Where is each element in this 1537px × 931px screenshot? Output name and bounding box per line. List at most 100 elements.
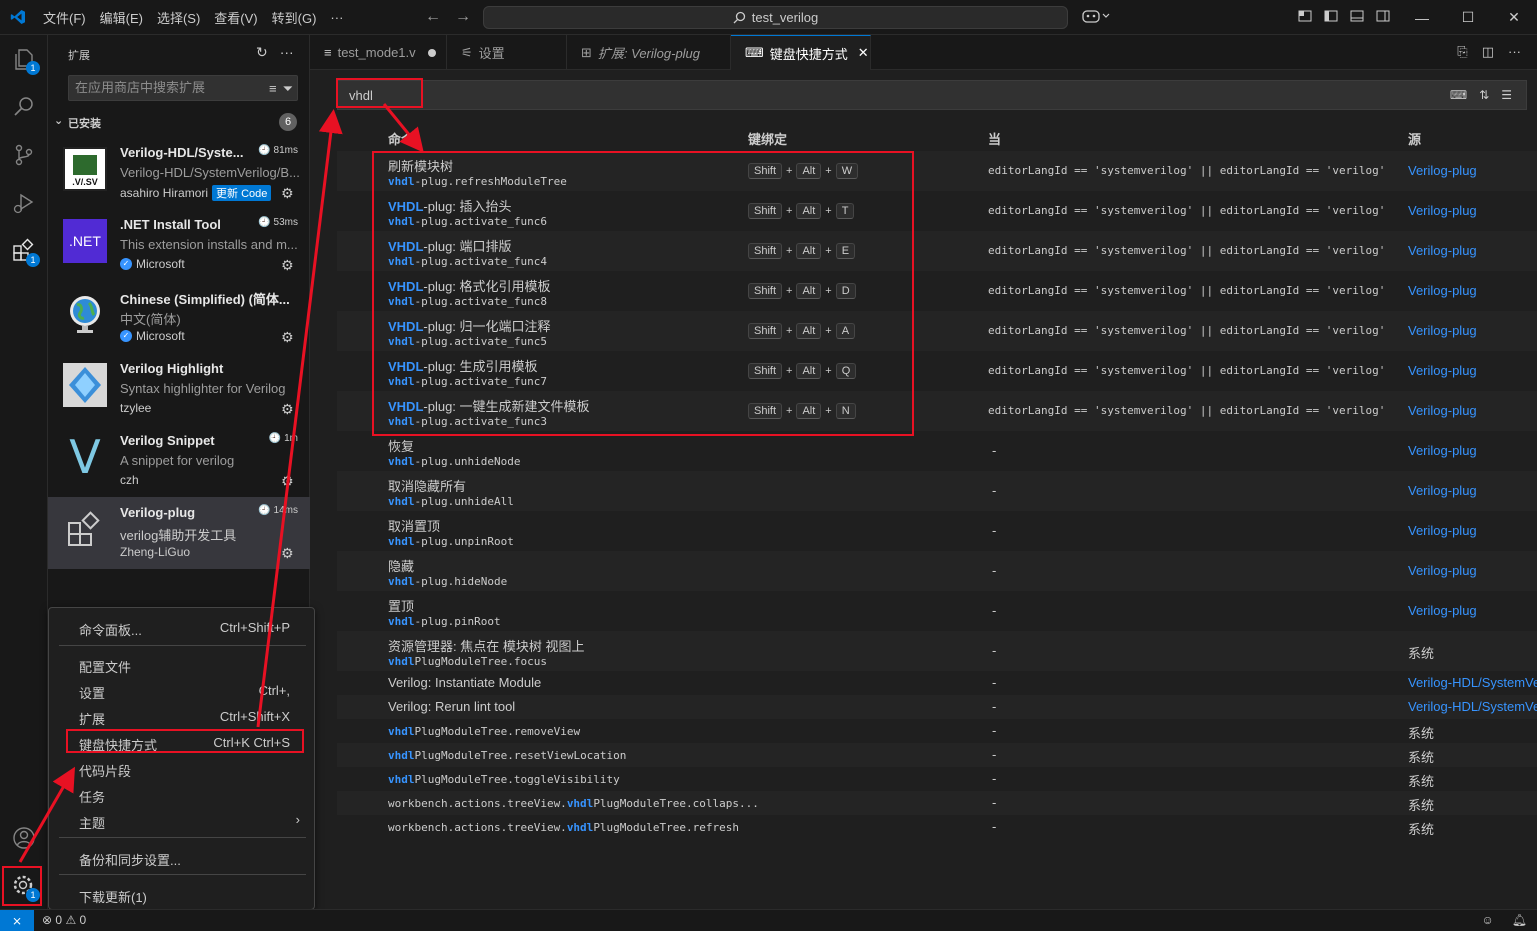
keybinding-row[interactable]: workbench.actions.treeView.vhdlPlugModul… (337, 791, 1537, 815)
menu-item-extensions[interactable]: 扩展 Ctrl+Shift+X (53, 704, 310, 728)
menu-item-settings[interactable]: 设置 Ctrl+, (53, 678, 310, 702)
extension-gear-icon[interactable]: ⚙ (281, 329, 294, 346)
keybinding-row[interactable]: 取消隐藏所有 vhdl-plug.unhideAll - Verilog-plug (337, 471, 1537, 511)
menu-item-profiles[interactable]: 配置文件 (53, 652, 310, 676)
menu-go[interactable]: 转到(G) (265, 8, 324, 27)
record-keys-icon[interactable]: ⌨ (1450, 88, 1467, 102)
command-title-text: 隐藏 (388, 559, 415, 574)
keybinding-row[interactable]: workbench.actions.treeView.vhdlPlugModul… (337, 815, 1537, 839)
close-window-icon[interactable]: ✕ (1491, 0, 1537, 35)
close-tab-icon[interactable]: ✕ (858, 45, 869, 61)
open-json-icon[interactable]: ⎘ (1457, 44, 1467, 60)
keybinding-row[interactable]: 恢复 vhdl-plug.unhideNode - Verilog-plug (337, 431, 1537, 471)
source-link[interactable]: Verilog-plug (1408, 203, 1537, 218)
command-center[interactable]: test_verilog (483, 6, 1068, 29)
keybinding-row[interactable]: 隐藏 vhdl-plug.hideNode - Verilog-plug (337, 551, 1537, 591)
extension-gear-icon[interactable]: ⚙ (281, 185, 294, 202)
toggle-secondary-sidebar-icon[interactable] (1375, 8, 1391, 24)
menu-item-themes[interactable]: 主题 › (53, 808, 310, 832)
menu-item-backup-sync[interactable]: 备份和同步设置... (53, 845, 310, 869)
command-id: vhdlPlugModuleTree.focus (388, 655, 547, 668)
split-editor-icon[interactable]: ◫ (1482, 44, 1494, 60)
menu-view[interactable]: 查看(V) (207, 8, 264, 27)
extension-item[interactable]: .V/.SV Verilog-HDL/Syste... 🕘 81ms Veril… (48, 137, 310, 209)
remote-indicator-icon[interactable]: ⨯ (0, 910, 34, 931)
forward-arrow-icon[interactable]: → (455, 8, 471, 26)
menu-item-snippets[interactable]: 代码片段 (53, 756, 310, 780)
extension-item[interactable]: V Verilog Snippet 🕘 1m A snippet for ver… (48, 425, 310, 497)
clear-filter-icon[interactable]: ≡ (269, 77, 277, 101)
activation-time-icon: 🕘 (268, 433, 282, 444)
menu-file[interactable]: 文件(F) (36, 8, 93, 27)
menu-item-tasks[interactable]: 任务 (53, 782, 310, 806)
tab-test-mode1[interactable]: ≡ test_mode1.v (310, 35, 447, 70)
tab-extension-verilog-plug[interactable]: ⊞ 扩展: Verilog-plug (567, 35, 731, 70)
clear-search-icon[interactable]: ☰ (1501, 88, 1512, 102)
extension-gear-icon[interactable]: ⚙ (281, 545, 294, 562)
copilot-icon[interactable] (1082, 8, 1112, 27)
extension-item[interactable]: Verilog Highlight Syntax highlighter for… (48, 353, 310, 425)
extension-item[interactable]: Verilog-plug 🕘 14ms verilog辅助开发工具 Zheng-… (48, 497, 310, 569)
unsaved-dot-icon[interactable] (427, 48, 436, 57)
source-link[interactable]: Verilog-plug (1408, 363, 1537, 378)
menu-selection[interactable]: 选择(S) (150, 8, 207, 27)
keybinding-row[interactable]: 置顶 vhdl-plug.pinRoot - Verilog-plug (337, 591, 1537, 631)
installed-section-header[interactable]: ⌄ 已安装 6 (48, 111, 310, 133)
copilot-status-icon[interactable]: ☺ (1482, 913, 1494, 927)
menu-edit[interactable]: 编辑(E) (93, 8, 150, 27)
keybinding-row[interactable]: vhdlPlugModuleTree.toggleVisibility - 系统 (337, 767, 1537, 791)
extension-item[interactable]: .NET .NET Install Tool 🕘 53ms This exten… (48, 209, 310, 281)
more-actions-icon[interactable]: ··· (280, 44, 294, 61)
extension-gear-icon[interactable]: ⚙ (281, 257, 294, 274)
source-link[interactable]: Verilog-plug (1408, 163, 1537, 178)
source-link[interactable]: Verilog-plug (1408, 403, 1537, 418)
command-title: vhdlPlugModuleTree.resetViewLocation (388, 749, 626, 762)
explorer-icon[interactable]: 1 (10, 45, 40, 75)
menu-item-command-palette[interactable]: 命令面板... Ctrl+Shift+P (53, 615, 310, 639)
extension-search-input[interactable]: 在应用商店中搜索扩展 ≡ ⏷ (68, 75, 298, 101)
source-link[interactable]: Verilog-plug (1408, 323, 1537, 338)
keybindings-search-input[interactable]: vhdl ⌨ ⇅ ☰ (337, 80, 1527, 110)
extension-item[interactable]: Chinese (Simplified) (简体... 中文(简体) ✓ Micr… (48, 281, 310, 353)
tab-label: test_mode1.v (337, 45, 416, 60)
source-link[interactable]: Verilog-plug (1408, 243, 1537, 258)
search-view-icon[interactable] (10, 93, 38, 121)
source-control-icon[interactable] (10, 141, 38, 169)
keybinding-row[interactable]: Verilog: Instantiate Module - Verilog-HDL/… (337, 671, 1537, 695)
keybinding-row[interactable]: 取消置顶 vhdl-plug.unpinRoot - Verilog-plug (337, 511, 1537, 551)
accounts-icon[interactable] (10, 824, 38, 852)
source-link[interactable]: Verilog-plug (1408, 563, 1537, 578)
keybinding-row[interactable]: 资源管理器: 焦点在 模块树 视图上 vhdlPlugModuleTree.foc… (337, 631, 1537, 671)
menu-item-download-update[interactable]: 下载更新(1) (53, 882, 310, 906)
more-actions-icon[interactable]: ··· (1508, 44, 1521, 60)
source-link[interactable]: Verilog-plug (1408, 483, 1537, 498)
source-link[interactable]: Verilog-HDL/SystemVe (1408, 675, 1537, 690)
source-link[interactable]: Verilog-plug (1408, 603, 1537, 618)
keybinding-row[interactable]: vhdlPlugModuleTree.resetViewLocation - 系统 (337, 743, 1537, 767)
keybinding-row[interactable]: Verilog: Rerun lint tool - Verilog-HDL/Sys… (337, 695, 1537, 719)
update-code-badge[interactable]: 更新 Code (212, 185, 272, 201)
run-debug-icon[interactable] (10, 189, 38, 217)
tab-settings[interactable]: ⚟ 设置 (447, 35, 567, 70)
refresh-icon[interactable]: ↻ (256, 44, 268, 61)
layout-panel-icon[interactable] (1297, 8, 1313, 24)
menu-more[interactable]: ··· (323, 10, 350, 25)
sort-by-precedence-icon[interactable]: ⇅ (1479, 88, 1489, 102)
extension-gear-icon[interactable]: ⚙ (281, 473, 294, 490)
extensions-view-icon[interactable]: 1 (10, 237, 40, 267)
back-arrow-icon[interactable]: ← (425, 8, 441, 26)
source-link[interactable]: Verilog-plug (1408, 443, 1537, 458)
source-link[interactable]: Verilog-plug (1408, 523, 1537, 538)
maximize-icon[interactable]: ☐ (1445, 0, 1491, 35)
extension-gear-icon[interactable]: ⚙ (281, 401, 294, 418)
source-link[interactable]: Verilog-plug (1408, 283, 1537, 298)
toggle-panel-icon[interactable] (1349, 8, 1365, 24)
filter-icon[interactable]: ⏷ (283, 77, 293, 101)
problems-indicator[interactable]: ⊗ 0 ⚠ 0 (42, 913, 86, 927)
minimize-icon[interactable]: — (1399, 0, 1445, 35)
source-link[interactable]: Verilog-HDL/SystemVe (1408, 699, 1537, 714)
toggle-primary-sidebar-icon[interactable] (1323, 8, 1339, 24)
notifications-bell-icon[interactable]: 🔔︎ (1512, 913, 1527, 927)
tab-keyboard-shortcuts[interactable]: ⌨ 键盘快捷方式 ✕ (731, 35, 871, 70)
keybinding-row[interactable]: vhdlPlugModuleTree.removeView - 系统 (337, 719, 1537, 743)
